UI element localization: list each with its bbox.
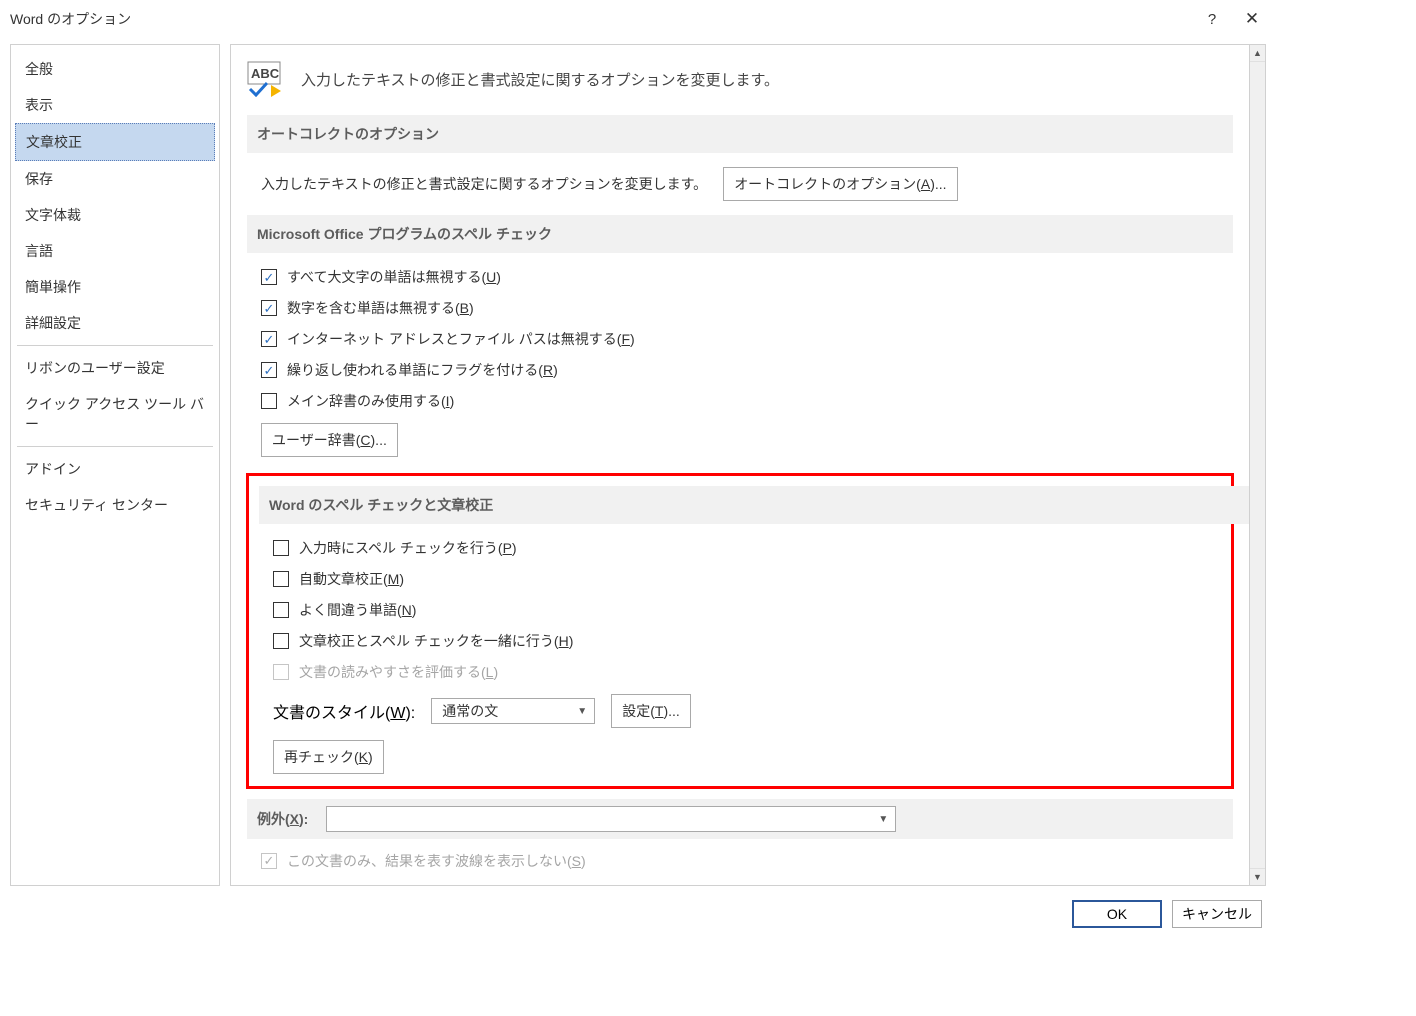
chevron-down-icon: ▼	[574, 706, 590, 717]
vertical-scrollbar[interactable]: ▲ ▼	[1249, 44, 1266, 886]
footer: OK キャンセル	[0, 890, 1276, 938]
ok-button[interactable]: OK	[1072, 900, 1162, 928]
check-hide-wavy-this-doc: この文書のみ、結果を表す波線を表示しない(S)	[261, 851, 1233, 871]
user-dictionary-button[interactable]: ユーザー辞書(C)...	[261, 423, 398, 457]
section-office-spell-header: Microsoft Office プログラムのスペル チェック	[247, 215, 1233, 253]
svg-text:ABC: ABC	[251, 66, 280, 81]
word-spell-checklist: 入力時にスペル チェックを行う(P) 自動文章校正(M) よく間違う単語(N) …	[273, 538, 1221, 682]
help-icon[interactable]: ?	[1192, 11, 1232, 28]
recheck-button[interactable]: 再チェック(K)	[273, 740, 384, 774]
sidebar: 全般 表示 文章校正 保存 文字体裁 言語 簡単操作 詳細設定 リボンのユーザー…	[10, 44, 220, 886]
cancel-button[interactable]: キャンセル	[1172, 900, 1262, 928]
check-confused-words[interactable]: よく間違う単語(N)	[273, 600, 1221, 620]
exceptions-row: 例外(X): ▼	[247, 799, 1233, 839]
content-panel: ABC 入力したテキストの修正と書式設定に関するオプションを変更します。 オート…	[230, 44, 1249, 886]
autocorrect-desc: 入力したテキストの修正と書式設定に関するオプションを変更します。	[261, 174, 707, 194]
office-spell-checklist: すべて大文字の単語は無視する(U) 数字を含む単語は無視する(B) インターネッ…	[261, 267, 1233, 411]
check-main-dict-only[interactable]: メイン辞書のみ使用する(I)	[261, 391, 1233, 411]
sidebar-divider	[17, 446, 213, 447]
scroll-up-icon[interactable]: ▲	[1250, 45, 1265, 62]
sidebar-item-save[interactable]: 保存	[15, 161, 215, 197]
sidebar-item-addins[interactable]: アドイン	[15, 451, 215, 487]
check-grammar-with-spell[interactable]: 文章校正とスペル チェックを一緒に行う(H)	[273, 631, 1221, 651]
sidebar-item-display[interactable]: 表示	[15, 87, 215, 123]
sidebar-item-proofing[interactable]: 文章校正	[15, 123, 215, 161]
close-icon[interactable]: ✕	[1232, 9, 1272, 29]
sidebar-item-language[interactable]: 言語	[15, 233, 215, 269]
exceptions-label: 例外(X):	[257, 809, 308, 829]
exceptions-combo[interactable]: ▼	[326, 806, 896, 832]
sidebar-item-customize-ribbon[interactable]: リボンのユーザー設定	[15, 350, 215, 386]
section-autocorrect-header: オートコレクトのオプション	[247, 115, 1233, 153]
section-word-spell-header: Word のスペル チェックと文章校正	[259, 486, 1249, 524]
sidebar-item-typography[interactable]: 文字体裁	[15, 197, 215, 233]
proofing-icon: ABC	[247, 61, 287, 97]
sidebar-divider	[17, 345, 213, 346]
autocorrect-options-button[interactable]: オートコレクトのオプション(A)...	[723, 167, 957, 201]
chevron-down-icon: ▼	[875, 814, 891, 825]
highlight-box: Word のスペル チェックと文章校正 入力時にスペル チェックを行う(P) 自…	[246, 473, 1234, 789]
check-ignore-numbers[interactable]: 数字を含む単語は無視する(B)	[261, 298, 1233, 318]
writing-style-label: 文書のスタイル(W):	[273, 699, 415, 723]
sidebar-item-advanced[interactable]: 詳細設定	[15, 305, 215, 341]
window-title: Word のオプション	[10, 9, 131, 29]
titlebar: Word のオプション ? ✕	[0, 0, 1276, 38]
check-ignore-uppercase[interactable]: すべて大文字の単語は無視する(U)	[261, 267, 1233, 287]
scroll-down-icon[interactable]: ▼	[1250, 868, 1265, 885]
check-ignore-urls[interactable]: インターネット アドレスとファイル パスは無視する(F)	[261, 329, 1233, 349]
check-flag-repeated[interactable]: 繰り返し使われる単語にフラグを付ける(R)	[261, 360, 1233, 380]
sidebar-item-ease-of-access[interactable]: 簡単操作	[15, 269, 215, 305]
check-readability: 文書の読みやすさを評価する(L)	[273, 662, 1221, 682]
settings-button[interactable]: 設定(T)...	[611, 694, 691, 728]
check-spell-as-type[interactable]: 入力時にスペル チェックを行う(P)	[273, 538, 1221, 558]
check-auto-grammar[interactable]: 自動文章校正(M)	[273, 569, 1221, 589]
intro-text: 入力したテキストの修正と書式設定に関するオプションを変更します。	[301, 69, 779, 90]
writing-style-combo[interactable]: 通常の文▼	[431, 698, 595, 724]
sidebar-item-trust-center[interactable]: セキュリティ センター	[15, 487, 215, 523]
sidebar-item-quick-access-toolbar[interactable]: クイック アクセス ツール バー	[15, 386, 215, 442]
sidebar-item-general[interactable]: 全般	[15, 51, 215, 87]
